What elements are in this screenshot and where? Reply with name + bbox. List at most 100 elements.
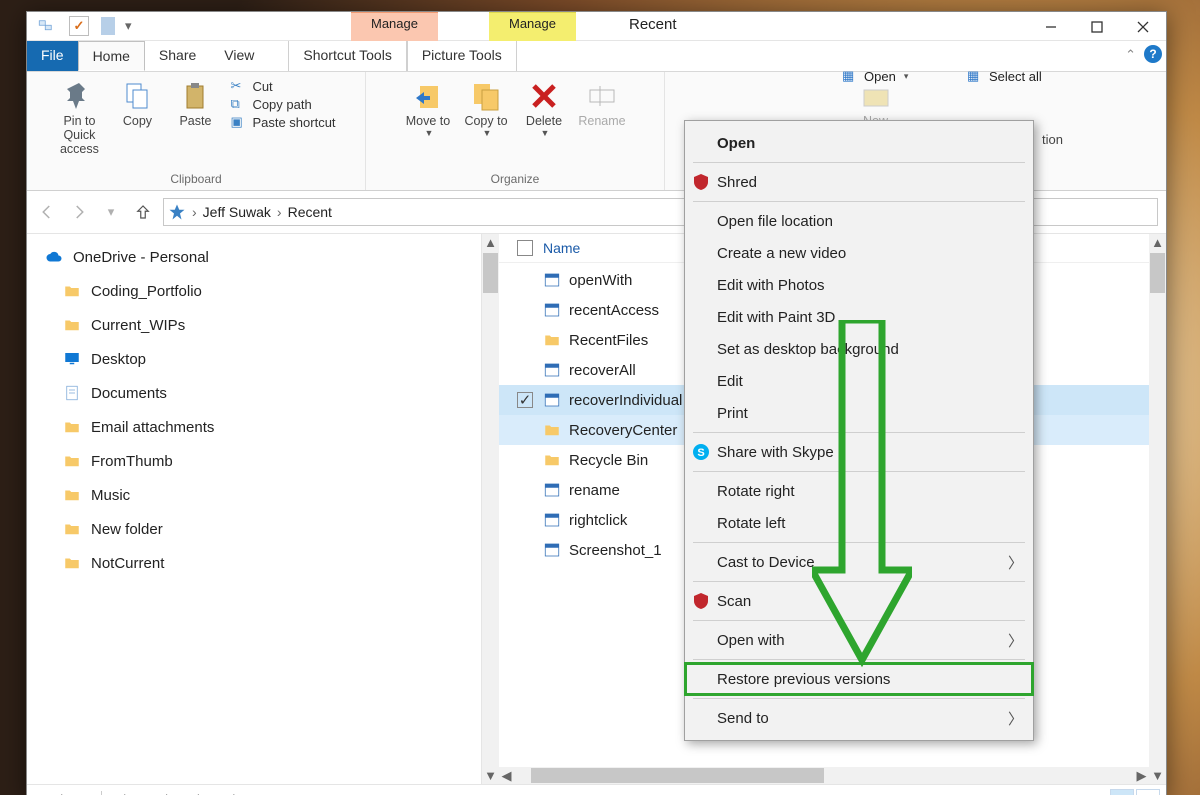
menu-item-label: Scan	[717, 593, 751, 610]
menu-item[interactable]: Send to〉	[685, 702, 1033, 734]
select-all-button[interactable]: ▦ Select all	[967, 68, 1042, 84]
pin-to-quick-access-button[interactable]: Pin to Quick access	[50, 76, 108, 160]
nav-item[interactable]: Current_WIPs	[41, 308, 481, 342]
quick-access-toolbar: ✓ ▾ Manage Manage Recent	[27, 12, 1166, 41]
navpane-scrollbar[interactable]: ▲ ▼	[482, 234, 499, 784]
tab-file[interactable]: File	[27, 41, 78, 71]
copy-to-icon	[470, 80, 502, 112]
paste-shortcut-button[interactable]: ▣Paste shortcut	[230, 114, 335, 130]
menu-item[interactable]: Print	[685, 397, 1033, 429]
tab-home[interactable]: Home	[78, 41, 145, 71]
nav-item[interactable]: New folder	[41, 512, 481, 546]
breadcrumb-location[interactable]: Recent	[288, 204, 332, 220]
breadcrumb-user[interactable]: Jeff Suwak	[203, 204, 271, 220]
menu-item[interactable]: Edit with Paint 3D	[685, 301, 1033, 333]
rename-button[interactable]: Rename	[573, 76, 631, 132]
tab-shortcut-tools[interactable]: Shortcut Tools	[288, 41, 406, 71]
file-name: openWith	[569, 272, 632, 289]
menu-item[interactable]: Edit	[685, 365, 1033, 397]
nav-item[interactable]: Email attachments	[41, 410, 481, 444]
contextual-tab-shortcut: Manage	[351, 12, 438, 43]
minimize-button[interactable]	[1028, 12, 1074, 42]
menu-item[interactable]: Edit with Photos	[685, 269, 1033, 301]
tab-share[interactable]: Share	[145, 41, 210, 71]
close-button[interactable]	[1120, 12, 1166, 42]
up-button[interactable]	[131, 200, 155, 224]
skype-icon: S	[692, 443, 710, 461]
copy-icon	[121, 80, 153, 112]
nav-item[interactable]: Coding_Portfolio	[41, 274, 481, 308]
explorer-icon	[37, 17, 55, 35]
menu-item[interactable]: Open with〉	[685, 624, 1033, 656]
menu-item[interactable]: Cast to Device〉	[685, 546, 1033, 578]
horizontal-scrollbar[interactable]: ◀▶	[499, 767, 1149, 784]
submenu-arrow-icon: 〉	[1008, 708, 1023, 729]
nav-item[interactable]: FromThumb	[41, 444, 481, 478]
qat-files-icon[interactable]	[101, 17, 115, 35]
menu-separator	[693, 581, 1025, 582]
menu-item[interactable]: Open	[685, 127, 1033, 159]
file-name: RecoveryCenter	[569, 422, 677, 439]
qat-customize-caret[interactable]: ▾	[125, 18, 132, 34]
file-name: recoverIndividual	[569, 392, 682, 409]
menu-item[interactable]: Shred	[685, 166, 1033, 198]
content-scrollbar[interactable]: ▲▼	[1149, 234, 1166, 784]
help-icon[interactable]: ?	[1144, 45, 1162, 63]
menu-item[interactable]: Create a new video	[685, 237, 1033, 269]
copy-button[interactable]: Copy	[108, 76, 166, 132]
move-to-button[interactable]: Move to▼	[399, 76, 457, 142]
nav-item[interactable]: Music	[41, 478, 481, 512]
view-details-button[interactable]	[1110, 789, 1134, 795]
menu-item[interactable]: Restore previous versions	[685, 663, 1033, 695]
mcafee-icon	[692, 592, 710, 610]
image-file-icon	[543, 391, 561, 409]
menu-item-label: Set as desktop background	[717, 341, 899, 358]
tab-view[interactable]: View	[210, 41, 268, 71]
folder-icon	[543, 451, 561, 469]
image-file-icon	[543, 361, 561, 379]
forward-button[interactable]	[67, 200, 91, 224]
scroll-up-icon[interactable]: ▲	[483, 234, 498, 251]
select-all-checkbox[interactable]	[517, 240, 533, 256]
paste-button[interactable]: Paste	[166, 76, 224, 132]
tab-picture-tools[interactable]: Picture Tools	[407, 41, 517, 71]
move-to-icon	[412, 80, 444, 112]
copy-path-button[interactable]: ⧉Copy path	[230, 96, 335, 112]
menu-item[interactable]: SShare with Skype	[685, 436, 1033, 468]
scroll-down-icon[interactable]: ▼	[483, 767, 498, 784]
scroll-thumb[interactable]	[483, 253, 498, 293]
nav-item-label: Documents	[91, 385, 167, 402]
column-name[interactable]: Name	[543, 240, 580, 256]
nav-item[interactable]: Desktop	[41, 342, 481, 376]
recent-locations-caret[interactable]: ▾	[99, 200, 123, 224]
menu-item[interactable]: Scan	[685, 585, 1033, 617]
collapse-ribbon-icon[interactable]: ⌃	[1125, 47, 1136, 63]
qat-properties-icon[interactable]: ✓	[69, 16, 89, 36]
copy-to-button[interactable]: Copy to▼	[457, 76, 515, 142]
nav-item[interactable]: OneDrive - Personal	[41, 240, 481, 274]
view-thumbnails-button[interactable]	[1136, 789, 1160, 795]
menu-separator	[693, 620, 1025, 621]
delete-button[interactable]: Delete▼	[515, 76, 573, 142]
menu-item[interactable]: Open file location	[685, 205, 1033, 237]
menu-item[interactable]: Rotate left	[685, 507, 1033, 539]
cut-button[interactable]: ✂Cut	[230, 78, 335, 94]
row-checkbox[interactable]: ✓	[517, 392, 533, 408]
nav-item[interactable]: NotCurrent	[41, 546, 481, 580]
menu-item[interactable]: Set as desktop background	[685, 333, 1033, 365]
status-size: 907 bytes	[207, 792, 263, 795]
mcafee-icon	[692, 173, 710, 191]
maximize-button[interactable]	[1074, 12, 1120, 42]
pin-icon	[63, 80, 95, 112]
menu-separator	[693, 432, 1025, 433]
menu-item-label: Cast to Device	[717, 554, 815, 571]
menu-separator	[693, 201, 1025, 202]
hscroll-thumb[interactable]	[531, 768, 824, 783]
open-icon: ▦	[842, 68, 858, 84]
folder-icon	[543, 331, 561, 349]
navigation-pane[interactable]: OneDrive - PersonalCoding_PortfolioCurre…	[27, 234, 482, 784]
back-button[interactable]	[35, 200, 59, 224]
menu-item[interactable]: Rotate right	[685, 475, 1033, 507]
open-dropdown[interactable]: ▦ Open▾	[842, 68, 908, 84]
nav-item[interactable]: Documents	[41, 376, 481, 410]
